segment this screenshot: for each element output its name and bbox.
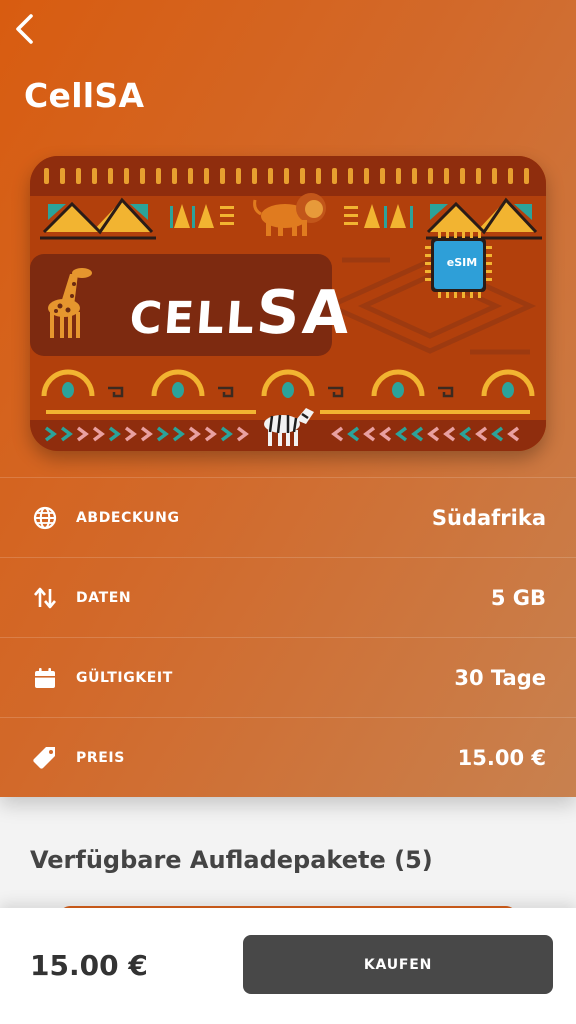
detail-row-data: DATEN 5 GB <box>0 557 576 637</box>
detail-value: Südafrika <box>431 505 546 530</box>
back-button[interactable] <box>8 12 40 46</box>
card-logo-cell: CELL <box>127 293 258 344</box>
topup-section-title: Verfügbare Aufladepakete (5) <box>30 846 433 874</box>
esim-card-image: CELLSA eSIM <box>30 156 546 451</box>
card-logo: CELLSA <box>128 278 355 348</box>
hero-header: CellSA CELLSA eSIM ABDECKUNG Südafrika D… <box>0 0 576 797</box>
detail-label: ABDECKUNG <box>76 509 180 526</box>
detail-label: GÜLTIGKEIT <box>76 669 173 686</box>
card-logo-sa: SA <box>253 278 355 348</box>
chevron-left-icon <box>16 14 33 44</box>
total-price: 15.00 € <box>30 949 148 982</box>
detail-value: 30 Tage <box>454 665 546 690</box>
detail-row-validity: GÜLTIGKEIT 30 Tage <box>0 637 576 717</box>
detail-value: 15.00 € <box>457 745 546 770</box>
buy-button[interactable]: KAUFEN <box>243 935 553 994</box>
plan-details: ABDECKUNG Südafrika DATEN 5 GB GÜLTIGKEI… <box>0 477 576 797</box>
detail-label: DATEN <box>76 589 132 606</box>
detail-row-coverage: ABDECKUNG Südafrika <box>0 477 576 557</box>
detail-row-price: PREIS 15.00 € <box>0 717 576 797</box>
globe-icon <box>32 505 58 531</box>
page-title: CellSA <box>24 76 145 115</box>
detail-label: PREIS <box>76 749 125 766</box>
price-tag-icon <box>32 745 58 771</box>
esim-chip-label: eSIM <box>446 256 478 269</box>
arrows-up-down-icon <box>32 585 58 611</box>
calendar-icon <box>32 665 58 691</box>
detail-value: 5 GB <box>490 585 546 610</box>
